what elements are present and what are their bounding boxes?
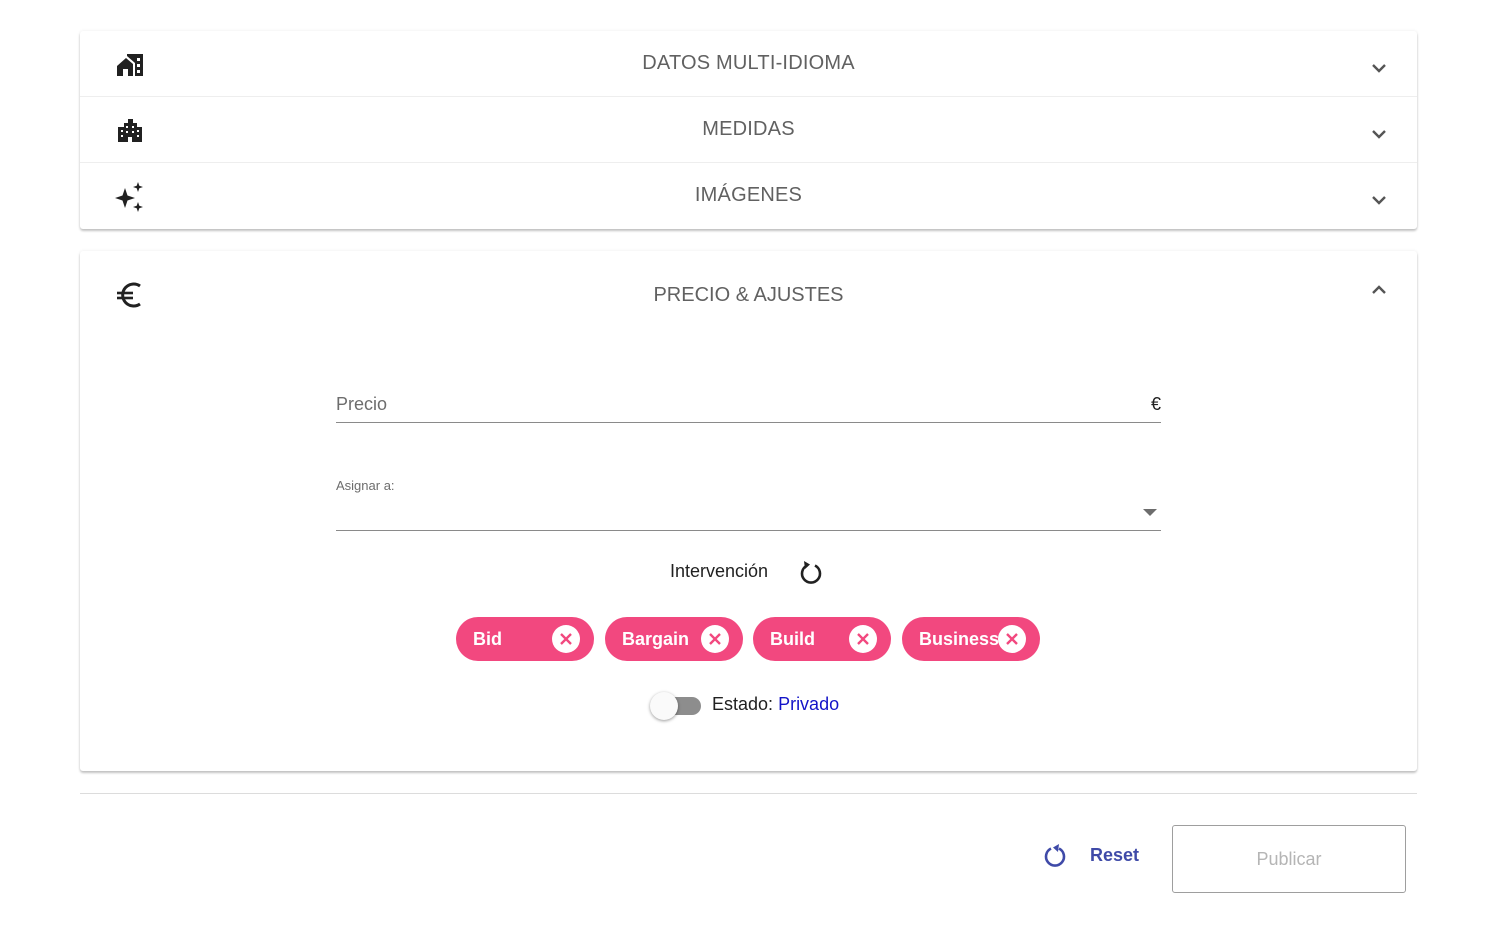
chip-label: Bid	[473, 629, 502, 649]
publish-button[interactable]: Publicar	[1172, 825, 1406, 893]
chevron-up-icon[interactable]	[1369, 280, 1389, 300]
status-text: Estado: Privado	[712, 694, 839, 715]
currency-suffix: €	[1150, 394, 1161, 414]
dropdown-arrow-icon[interactable]	[1143, 509, 1157, 516]
chip-bid: Bid	[456, 617, 594, 661]
chip-label: Build	[770, 629, 815, 649]
reset-button[interactable]: Reset	[1036, 838, 1156, 874]
close-icon	[1006, 633, 1018, 645]
collapsed-sections: DATOS MULTI-IDIOMA MEDIDAS IMÁGENES	[80, 31, 1417, 229]
chip-label: Business	[919, 629, 1000, 649]
toggle-knob	[650, 692, 678, 720]
section-title: MEDIDAS	[702, 118, 795, 140]
refresh-icon[interactable]	[796, 558, 826, 588]
divider	[80, 793, 1417, 794]
section-precio-ajustes: PRECIO & AJUSTES Precio € Asignar a: Int…	[80, 251, 1417, 771]
chevron-down-icon[interactable]	[1369, 124, 1389, 144]
remove-chip-button[interactable]	[998, 625, 1026, 653]
section-medidas[interactable]: MEDIDAS	[80, 97, 1417, 163]
intervention-label: Intervención	[670, 561, 769, 581]
chip-label: Bargain	[622, 629, 690, 649]
price-input[interactable]: Precio €	[336, 391, 1161, 423]
status-label: Estado:	[712, 694, 774, 714]
close-icon	[857, 633, 869, 645]
section-title: DATOS MULTI-IDIOMA	[642, 52, 855, 74]
chip-bargain: Bargain	[605, 617, 743, 661]
chip-business: Business	[902, 617, 1040, 661]
assign-select[interactable]: Asignar a:	[336, 476, 1161, 531]
status-toggle[interactable]	[650, 692, 702, 720]
reset-label: Reset	[1090, 845, 1140, 865]
price-label: Precio	[336, 394, 388, 414]
section-imagenes[interactable]: IMÁGENES	[80, 163, 1417, 229]
close-icon	[560, 633, 572, 645]
section-title: PRECIO & AJUSTES	[653, 284, 844, 306]
section-datos-multi-idioma[interactable]: DATOS MULTI-IDIOMA	[80, 31, 1417, 97]
remove-chip-button[interactable]	[552, 625, 580, 653]
status-value: Privado	[778, 694, 840, 714]
assign-label: Asignar a:	[336, 478, 395, 493]
chip-build: Build	[753, 617, 891, 661]
chevron-down-icon[interactable]	[1369, 58, 1389, 78]
close-icon	[709, 633, 721, 645]
remove-chip-button[interactable]	[701, 625, 729, 653]
section-title: IMÁGENES	[694, 184, 803, 206]
refresh-icon	[1044, 844, 1066, 867]
chevron-down-icon[interactable]	[1369, 190, 1389, 210]
remove-chip-button[interactable]	[849, 625, 877, 653]
